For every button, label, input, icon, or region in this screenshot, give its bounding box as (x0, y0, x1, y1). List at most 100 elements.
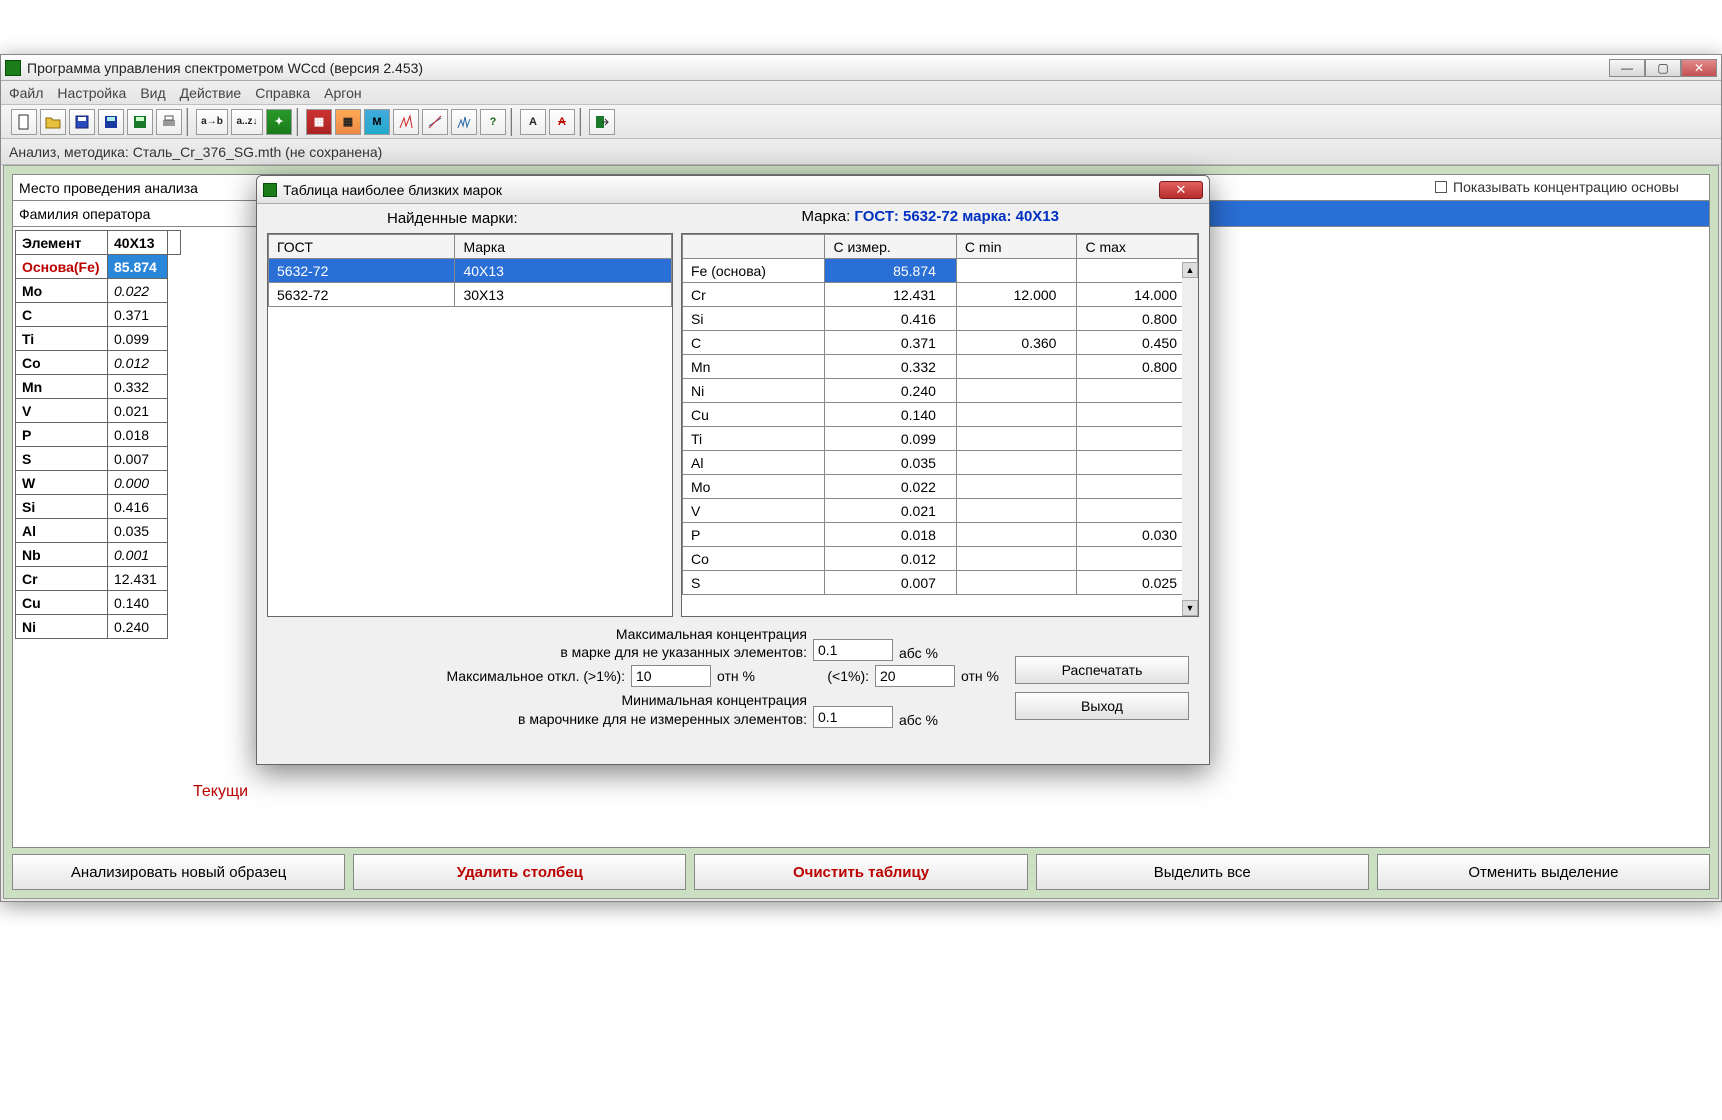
peak3-icon[interactable] (451, 109, 477, 135)
table-row[interactable]: Al0.035 (683, 451, 1198, 475)
table-row[interactable]: Co0.012 (16, 351, 181, 375)
table-row[interactable]: 5632-7230Х13 (269, 283, 672, 307)
table-row[interactable]: P0.018 (16, 423, 181, 447)
table-row[interactable]: S0.007 (16, 447, 181, 471)
element-table: Элемент 40Х13 Основа(Fe)85.874Mo0.022C0.… (15, 230, 181, 639)
max-conc-unit: абс % (899, 645, 955, 661)
table-row[interactable]: Mo0.022 (16, 279, 181, 303)
exit-icon[interactable] (589, 109, 615, 135)
m-icon[interactable]: M (364, 109, 390, 135)
max-dev-gt1-unit: отн % (717, 668, 773, 684)
col-cmax: C max (1077, 235, 1198, 259)
min-conc-input[interactable] (813, 706, 893, 728)
table-row[interactable]: Si0.416 (16, 495, 181, 519)
gost-table: ГОСТ Марка 5632-7240Х135632-7230Х13 (267, 233, 673, 617)
spark-icon[interactable]: ✦ (266, 109, 292, 135)
table-row[interactable]: Co0.012 (683, 547, 1198, 571)
dialog-icon (263, 183, 277, 197)
table-row[interactable]: C0.371 (16, 303, 181, 327)
table-row[interactable]: Ni0.240 (683, 379, 1198, 403)
table-row[interactable]: Nb0.001 (16, 543, 181, 567)
col-el (683, 235, 825, 259)
table-row[interactable]: Ti0.099 (683, 427, 1198, 451)
col-cmeas: C измер. (825, 235, 956, 259)
table-row[interactable]: Ti0.099 (16, 327, 181, 351)
save-icon[interactable] (69, 109, 95, 135)
close-button[interactable]: ✕ (1681, 59, 1717, 77)
deselect-button[interactable]: Отменить выделение (1377, 854, 1710, 890)
scroll-up-icon[interactable]: ▲ (1182, 262, 1198, 278)
table-row[interactable]: Cu0.140 (683, 403, 1198, 427)
new-icon[interactable] (11, 109, 37, 135)
select-all-button[interactable]: Выделить все (1036, 854, 1369, 890)
grades-dialog: Таблица наиболее близких марок ✕ Найденн… (256, 175, 1210, 765)
a-icon[interactable]: A (520, 109, 546, 135)
marka-header: Марка: ГОСТ: 5632-72 марка: 40Х13 (802, 208, 1060, 225)
sort-ab-icon[interactable]: a→b (196, 109, 228, 135)
sort-az-icon[interactable]: a..z↓ (231, 109, 263, 135)
save-blue-icon[interactable] (98, 109, 124, 135)
table-row[interactable]: Si0.4160.800 (683, 307, 1198, 331)
max-dev-lt1-input[interactable] (875, 665, 955, 687)
titlebar: Программа управления спектрометром WCcd … (1, 55, 1721, 81)
table-row[interactable]: Fe (основа)85.874 (683, 259, 1198, 283)
print-button[interactable]: Распечатать (1015, 656, 1189, 684)
exit-button[interactable]: Выход (1015, 692, 1189, 720)
menu-action[interactable]: Действие (180, 85, 242, 101)
table-row[interactable]: S0.0070.025 (683, 571, 1198, 595)
table-row[interactable]: Основа(Fe)85.874 (16, 255, 181, 279)
scroll-down-icon[interactable]: ▼ (1182, 600, 1198, 616)
table-row[interactable]: Mo0.022 (683, 475, 1198, 499)
table-scrollbar[interactable]: ▲ ▼ (1182, 262, 1198, 616)
show-basis-check[interactable]: Показывать концентрацию основы (1435, 179, 1679, 195)
dialog-close-button[interactable]: ✕ (1159, 181, 1203, 199)
peak1-icon[interactable] (393, 109, 419, 135)
table-row[interactable]: V0.021 (683, 499, 1198, 523)
table-row[interactable]: V0.021 (16, 399, 181, 423)
open-icon[interactable] (40, 109, 66, 135)
menu-settings[interactable]: Настройка (57, 85, 126, 101)
analyze-button[interactable]: Анализировать новый образец (12, 854, 345, 890)
table-row[interactable]: Al0.035 (16, 519, 181, 543)
delete-col-button[interactable]: Удалить столбец (353, 854, 686, 890)
window-title: Программа управления спектрометром WCcd … (27, 60, 423, 76)
table-row[interactable]: Mn0.3320.800 (683, 355, 1198, 379)
help-icon[interactable]: ? (480, 109, 506, 135)
status-text: Анализ, методика: Сталь_Cr_376_SG.mth (н… (9, 144, 382, 160)
maximize-button[interactable]: ▢ (1645, 59, 1681, 77)
max-dev-label: Максимальное откл. (>1%): (325, 667, 625, 685)
clear-table-button[interactable]: Очистить таблицу (694, 854, 1027, 890)
min-conc-unit: абс % (899, 712, 955, 728)
minimize-button[interactable]: — (1609, 59, 1645, 77)
current-label: Текущи (193, 783, 248, 801)
peak2-icon[interactable] (422, 109, 448, 135)
print-icon[interactable] (156, 109, 182, 135)
table-row[interactable]: 5632-7240Х13 (269, 259, 672, 283)
table-row[interactable]: P0.0180.030 (683, 523, 1198, 547)
max-conc-input[interactable] (813, 639, 893, 661)
col-element: Элемент (16, 231, 108, 255)
menu-argon[interactable]: Аргон (324, 85, 361, 101)
menu-file[interactable]: Файл (9, 85, 43, 101)
menu-help[interactable]: Справка (255, 85, 310, 101)
a-strike-icon[interactable]: A (549, 109, 575, 135)
menu-view[interactable]: Вид (140, 85, 165, 101)
table-row[interactable]: Ni0.240 (16, 615, 181, 639)
table-row[interactable]: Cu0.140 (16, 591, 181, 615)
table-row[interactable]: Cr12.43112.00014.000 (683, 283, 1198, 307)
table-row[interactable]: Cr12.431 (16, 567, 181, 591)
col-grade: 40Х13 (108, 231, 168, 255)
table-row[interactable]: W0.000 (16, 471, 181, 495)
grid-red-icon[interactable]: ▦ (306, 109, 332, 135)
dialog-titlebar: Таблица наиболее близких марок ✕ (257, 176, 1209, 204)
col-gost: ГОСТ (269, 235, 455, 259)
table-row[interactable]: C0.3710.3600.450 (683, 331, 1198, 355)
found-header: Найденные марки: (267, 208, 1199, 231)
max-dev-gt1-input[interactable] (631, 665, 711, 687)
save-green-icon[interactable] (127, 109, 153, 135)
table-row[interactable]: Mn0.332 (16, 375, 181, 399)
dialog-title: Таблица наиболее близких марок (283, 182, 502, 198)
grid-orange-icon[interactable]: ▦ (335, 109, 361, 135)
bottom-buttons: Анализировать новый образец Удалить стол… (12, 854, 1710, 890)
col-marka: Марка (455, 235, 672, 259)
